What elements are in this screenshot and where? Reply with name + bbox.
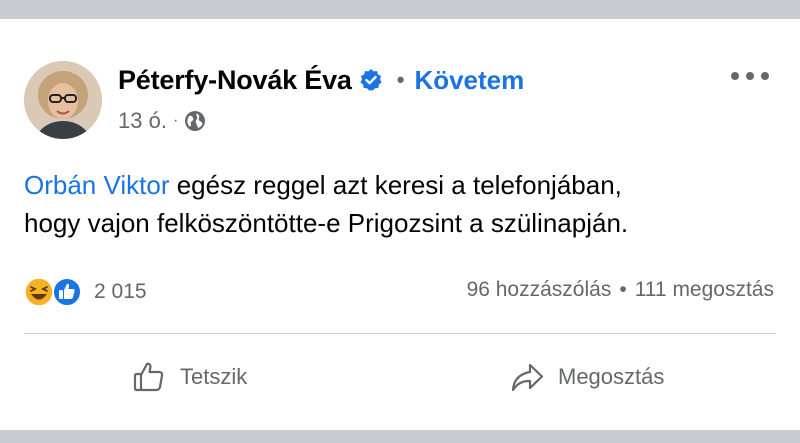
post-body: Orbán Viktor egész reggel azt keresi a t…: [24, 166, 784, 242]
shares-count[interactable]: 111 megosztás: [635, 278, 774, 302]
divider: [24, 333, 776, 334]
post-text-line2: hogy vajon felköszöntötte-e Prigozsint a…: [24, 208, 629, 238]
share-label: Megosztás: [558, 364, 665, 389]
reaction-count: 2 015: [94, 280, 147, 303]
post-timestamp[interactable]: 13 ó.: [118, 108, 167, 134]
share-button[interactable]: Megosztás: [510, 356, 664, 398]
like-button[interactable]: Tetszik: [132, 356, 247, 398]
header-separator: •: [396, 67, 405, 92]
share-arrow-icon: [511, 363, 544, 392]
globe-icon: [185, 111, 206, 131]
comments-count[interactable]: 96 hozzászólás: [467, 278, 612, 302]
dot-icon: [761, 72, 769, 80]
post-header: Péterfy-Novák Éva • Követem: [118, 60, 524, 100]
stats-separator: •: [619, 278, 627, 301]
reactions-summary[interactable]: 2 015: [24, 275, 147, 309]
haha-icon: [24, 277, 54, 307]
top-separator-band: [0, 0, 800, 19]
post-text-line1: egész reggel azt keresi a telefonjában,: [169, 170, 622, 200]
reaction-icons: [24, 275, 88, 309]
author-name[interactable]: Péterfy-Novák Éva: [118, 65, 352, 96]
thumbs-up-icon: [133, 362, 164, 392]
engagement-stats: 96 hozzászólás • 111 megosztás: [467, 278, 774, 302]
dot-icon: [746, 72, 754, 80]
avatar[interactable]: [24, 61, 102, 139]
like-icon: [52, 277, 82, 307]
bottom-separator-band: [0, 430, 800, 443]
post-meta: 13 ó. ·: [118, 106, 206, 136]
verified-badge-icon: [360, 69, 382, 91]
meta-separator: ·: [172, 112, 179, 129]
dot-icon: [731, 72, 739, 80]
avatar-image: [24, 61, 102, 139]
follow-button[interactable]: Követem: [414, 65, 524, 96]
like-label: Tetszik: [180, 364, 248, 389]
mention-link[interactable]: Orbán Viktor: [24, 170, 169, 200]
more-options-button[interactable]: [731, 64, 769, 88]
